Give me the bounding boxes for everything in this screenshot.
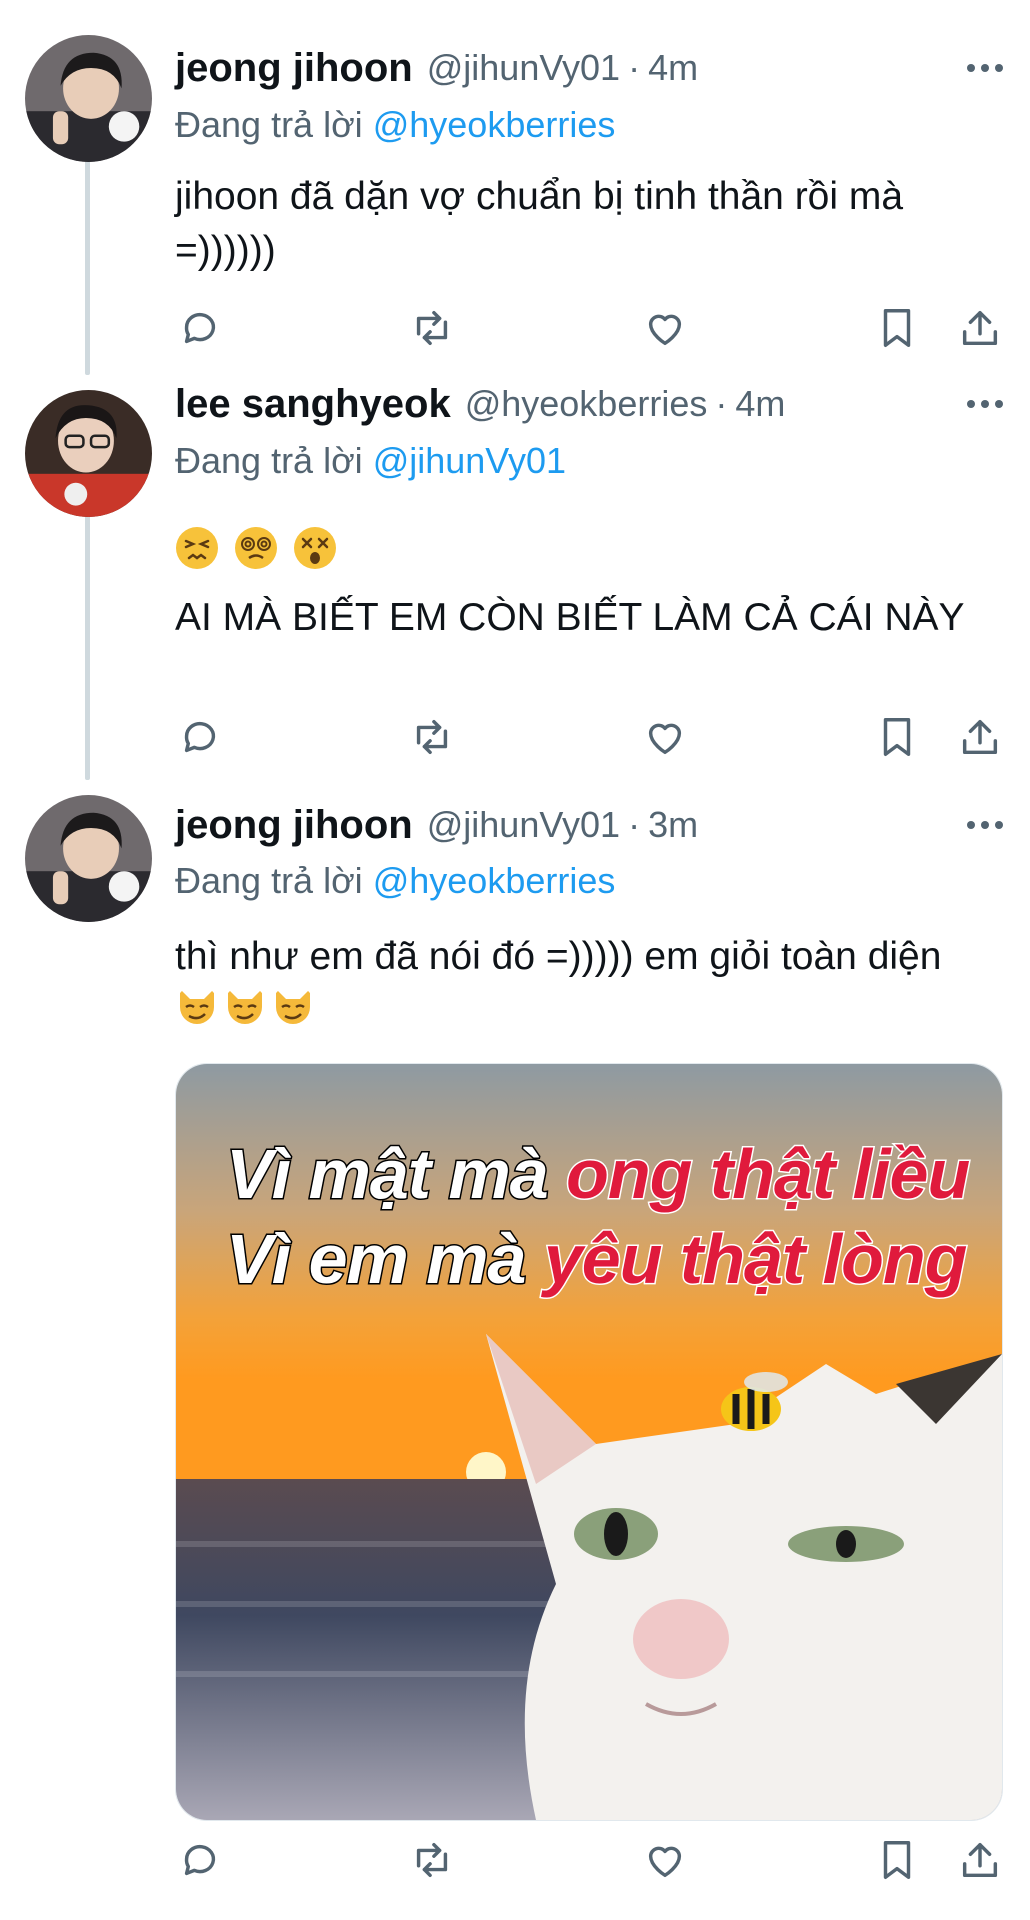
share-icon[interactable] (955, 1835, 1005, 1885)
tweet-header: jeong jihoon @jihunVy01 · 3m (175, 795, 1010, 855)
tweet-text: thì như em đã nói đó =))))) em giỏi toàn… (175, 935, 942, 978)
tweet[interactable]: jeong jihoon @jihunVy01 · 3m Đang trả lờ… (0, 780, 1030, 1920)
share-icon[interactable] (955, 712, 1005, 762)
user-handle[interactable]: @jihunVy01 (427, 804, 620, 846)
smirking-cat-face-icon (180, 989, 214, 1024)
tweet-media-image[interactable]: Vì mật mà ong thật liều Vì em mà yêu thậ… (175, 1063, 1003, 1821)
separator-dot: · (628, 804, 641, 845)
tweet-actions (175, 712, 1005, 772)
tweet-text: AI MÀ BIẾT EM CÒN BIẾT LÀM CẢ CÁI NÀY (175, 596, 965, 639)
more-horizontal-icon[interactable] (965, 384, 1005, 424)
avatar[interactable] (25, 35, 152, 162)
reply-mention[interactable]: @hyeokberries (373, 104, 616, 145)
tweet-actions (175, 303, 1005, 363)
reply-prefix: Đang trả lời (175, 440, 363, 481)
tweet[interactable]: lee sanghyeok @hyeokberries · 4m Đang tr… (0, 380, 1030, 780)
reply-context: Đang trả lời @hyeokberries (175, 860, 615, 902)
reply-context: Đang trả lời @jihunVy01 (175, 440, 566, 482)
tweet-body: AI MÀ BIẾT EM CÒN BIẾT LÀM CẢ CÁI NÀY (175, 525, 975, 645)
timestamp[interactable]: 4m (648, 47, 698, 89)
avatar[interactable] (25, 795, 152, 922)
tweet-header: jeong jihoon @jihunVy01 · 4m (175, 38, 1010, 98)
reply-bubble-icon[interactable] (175, 1835, 225, 1885)
retweet-icon[interactable] (407, 303, 457, 353)
display-name[interactable]: jeong jihoon (175, 46, 413, 91)
reply-prefix: Đang trả lời (175, 860, 363, 901)
tweet-header: lee sanghyeok @hyeokberries · 4m (175, 374, 1010, 434)
smirking-cat-face-icon (276, 989, 310, 1024)
tweet-body: thì như em đã nói đó =))))) em giỏi toàn… (175, 930, 975, 1038)
timestamp[interactable]: 4m (735, 383, 785, 425)
separator-dot: · (628, 47, 641, 88)
timestamp[interactable]: 3m (648, 804, 698, 846)
tweet[interactable]: jeong jihoon @jihunVy01 · 4m Đang trả lờ… (0, 0, 1030, 380)
display-name[interactable]: jeong jihoon (175, 803, 413, 848)
reply-bubble-icon[interactable] (175, 303, 225, 353)
more-horizontal-icon[interactable] (965, 48, 1005, 88)
smirking-cat-face-icon (228, 989, 262, 1024)
avatar[interactable] (25, 390, 152, 517)
share-icon[interactable] (955, 303, 1005, 353)
emoji-row (175, 525, 975, 577)
display-name[interactable]: lee sanghyeok (175, 382, 451, 427)
bookmark-icon[interactable] (872, 303, 922, 353)
tweet-actions (175, 1835, 1005, 1895)
media-caption-line-2: Vì em mà yêu thật lòng (224, 1219, 968, 1300)
media-caption-line-1: Vì mật mà ong thật liều (225, 1134, 972, 1215)
user-handle[interactable]: @hyeokberries (465, 383, 708, 425)
heart-icon[interactable] (640, 303, 690, 353)
more-horizontal-icon[interactable] (965, 805, 1005, 845)
dizzy-spiral-face-icon (234, 527, 277, 569)
confounded-face-icon (176, 527, 218, 569)
retweet-icon[interactable] (407, 1835, 457, 1885)
reply-context: Đang trả lời @hyeokberries (175, 104, 615, 146)
separator-dot: · (715, 383, 728, 424)
heart-icon[interactable] (640, 1835, 690, 1885)
bookmark-icon[interactable] (872, 1835, 922, 1885)
user-handle[interactable]: @jihunVy01 (427, 47, 620, 89)
reply-prefix: Đang trả lời (175, 104, 363, 145)
dizzy-cross-eyes-face-icon (293, 527, 336, 569)
retweet-icon[interactable] (407, 712, 457, 762)
tweet-text: jihoon đã dặn vợ chuẩn bị tinh thần rồi … (175, 175, 904, 272)
reply-mention[interactable]: @jihunVy01 (373, 440, 566, 481)
heart-icon[interactable] (640, 712, 690, 762)
bookmark-icon[interactable] (872, 712, 922, 762)
reply-bubble-icon[interactable] (175, 712, 225, 762)
reply-mention[interactable]: @hyeokberries (373, 860, 616, 901)
